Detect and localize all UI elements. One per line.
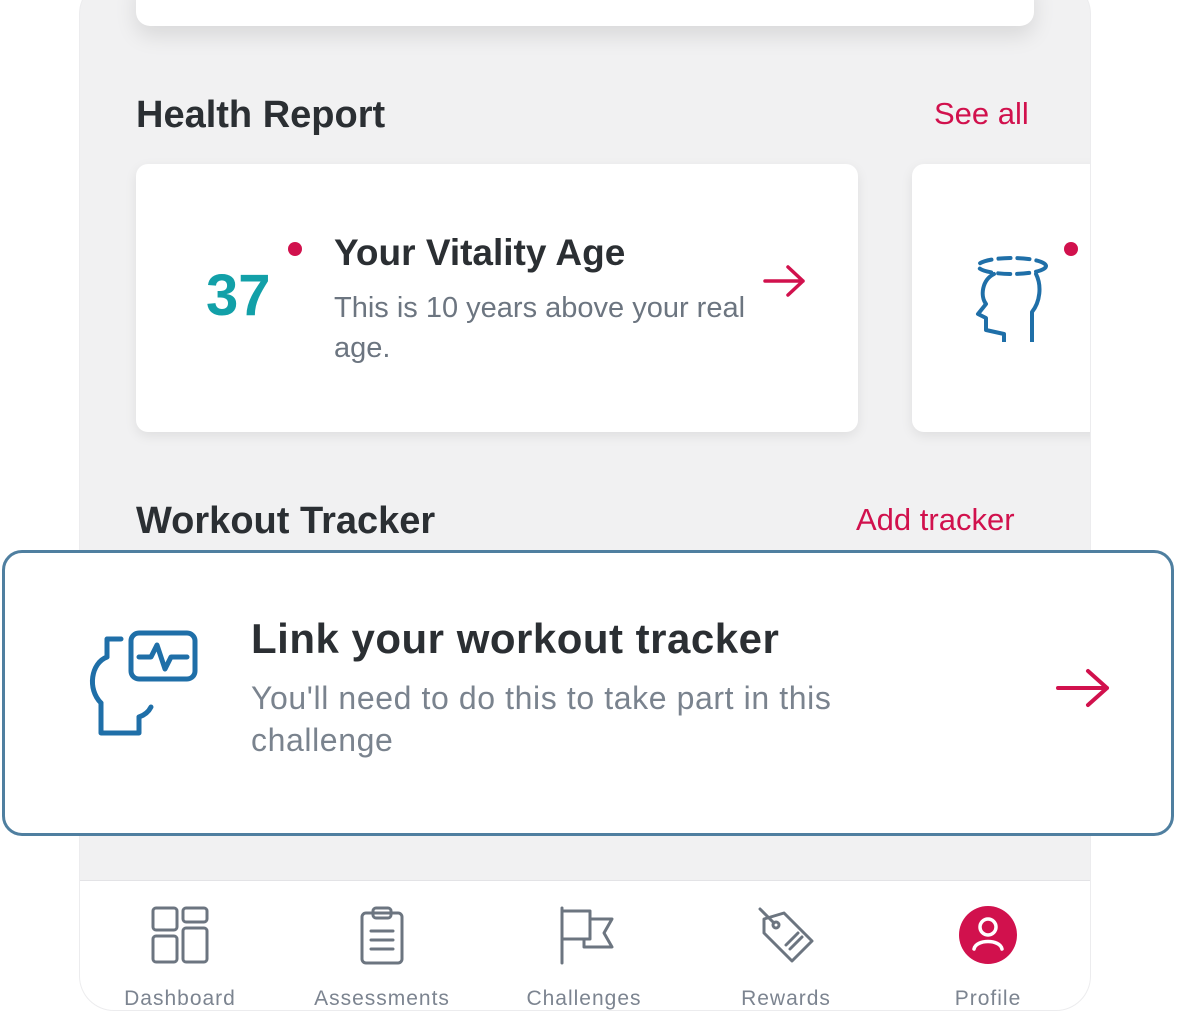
add-tracker-link[interactable]: Add tracker <box>856 502 1015 538</box>
bottom-navigation: Dashboard Assessments Challenges Rewards… <box>80 880 1090 1010</box>
nav-item-dashboard[interactable]: Dashboard <box>80 881 280 1010</box>
vitality-age-title: Your Vitality Age <box>334 232 626 273</box>
app-screen: Health Report See all 37 Your Vitality A… <box>80 0 1090 1010</box>
dashboard-icon <box>151 906 209 964</box>
nav-label-rewards: Rewards <box>741 987 831 1010</box>
nav-label-profile: Profile <box>954 987 1022 1010</box>
previous-card[interactable] <box>136 0 1034 26</box>
link-tracker-title: Link your workout tracker <box>251 615 780 662</box>
workout-tracker-title: Workout Tracker <box>136 500 436 542</box>
nav-item-profile[interactable]: Profile <box>888 881 1088 1010</box>
link-tracker-card[interactable]: Link your workout tracker You'll need to… <box>2 550 1174 836</box>
vitality-age-card[interactable]: 37 Your Vitality Age This is 10 years ab… <box>136 164 858 432</box>
link-tracker-description: You'll need to do this to take part in t… <box>251 680 832 758</box>
flag-icon <box>560 906 614 965</box>
nav-label-dashboard: Dashboard <box>124 987 236 1010</box>
nav-item-rewards[interactable]: Rewards <box>686 881 886 1010</box>
nav-label-challenges: Challenges <box>526 987 642 1010</box>
notification-dot <box>288 242 302 256</box>
vitality-age-description: This is 10 years above your real age. <box>334 292 746 364</box>
notification-dot <box>1064 242 1078 256</box>
tag-icon <box>758 907 814 963</box>
vitality-age-value: 37 <box>206 263 271 328</box>
arrow-right-icon <box>1056 669 1109 707</box>
mental-wellbeing-card[interactable] <box>912 164 1090 432</box>
watch-icon <box>90 630 198 736</box>
nav-label-assessments: Assessments <box>314 987 450 1010</box>
arrow-right-icon <box>763 265 805 297</box>
see-all-link[interactable]: See all <box>934 96 1029 132</box>
nav-item-challenges[interactable]: Challenges <box>484 881 684 1010</box>
head-icon <box>976 256 1048 342</box>
clipboard-icon <box>360 906 404 965</box>
nav-item-assessments[interactable]: Assessments <box>282 881 482 1010</box>
profile-icon <box>959 906 1017 964</box>
health-report-title: Health Report <box>136 94 386 136</box>
